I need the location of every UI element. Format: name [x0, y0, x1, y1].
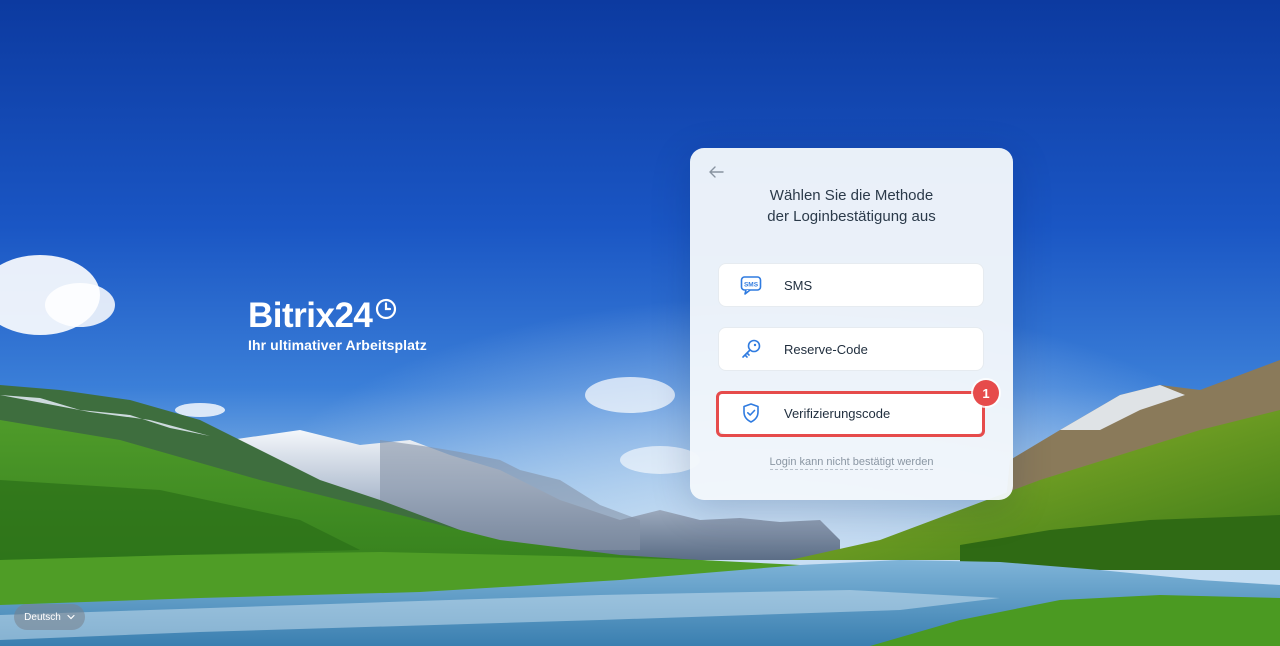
key-icon: [740, 338, 762, 360]
card-title-line2: der Loginbestätigung aus: [767, 208, 936, 225]
clock-icon: [376, 298, 397, 320]
option-label: Reserve-Code: [784, 341, 868, 357]
option-verification-code[interactable]: Verifizierungscode: [718, 391, 984, 435]
brand-name: Bitrix24: [248, 296, 373, 335]
cannot-confirm-login-link-wrap: Login kann nicht bestätigt werden: [690, 456, 1013, 470]
chevron-down-icon: [67, 614, 75, 620]
option-reserve-code[interactable]: Reserve-Code: [718, 327, 984, 371]
card-title-line1: Wählen Sie die Methode: [769, 187, 934, 204]
option-sms[interactable]: SMS SMS: [718, 263, 984, 307]
background-scenery: [0, 0, 1280, 646]
option-label: Verifizierungscode: [784, 405, 891, 421]
brand-tagline: Ihr ultimativer Arbeitsplatz: [248, 337, 427, 353]
sms-icon: SMS: [740, 274, 762, 296]
brand-block: Bitrix24 Ihr ultimativer Arbeitsplatz: [248, 296, 427, 353]
brand-logo: Bitrix24: [248, 296, 427, 336]
arrow-left-icon: [709, 166, 724, 178]
login-confirmation-card: Wählen Sie die Methode der Loginbestätig…: [690, 148, 1013, 500]
svg-text:SMS: SMS: [744, 282, 759, 289]
card-title: Wählen Sie die Methode der Loginbestätig…: [690, 185, 1013, 227]
language-selector[interactable]: Deutsch: [14, 604, 85, 630]
option-label: SMS: [784, 277, 813, 293]
shield-check-icon: [740, 402, 762, 424]
back-button[interactable]: [708, 165, 728, 181]
annotation-badge: 1: [973, 380, 999, 406]
cannot-confirm-login-link[interactable]: Login kann nicht bestätigt werden: [769, 456, 934, 470]
landscape-illustration: [0, 255, 1280, 646]
language-label: Deutsch: [24, 611, 61, 623]
